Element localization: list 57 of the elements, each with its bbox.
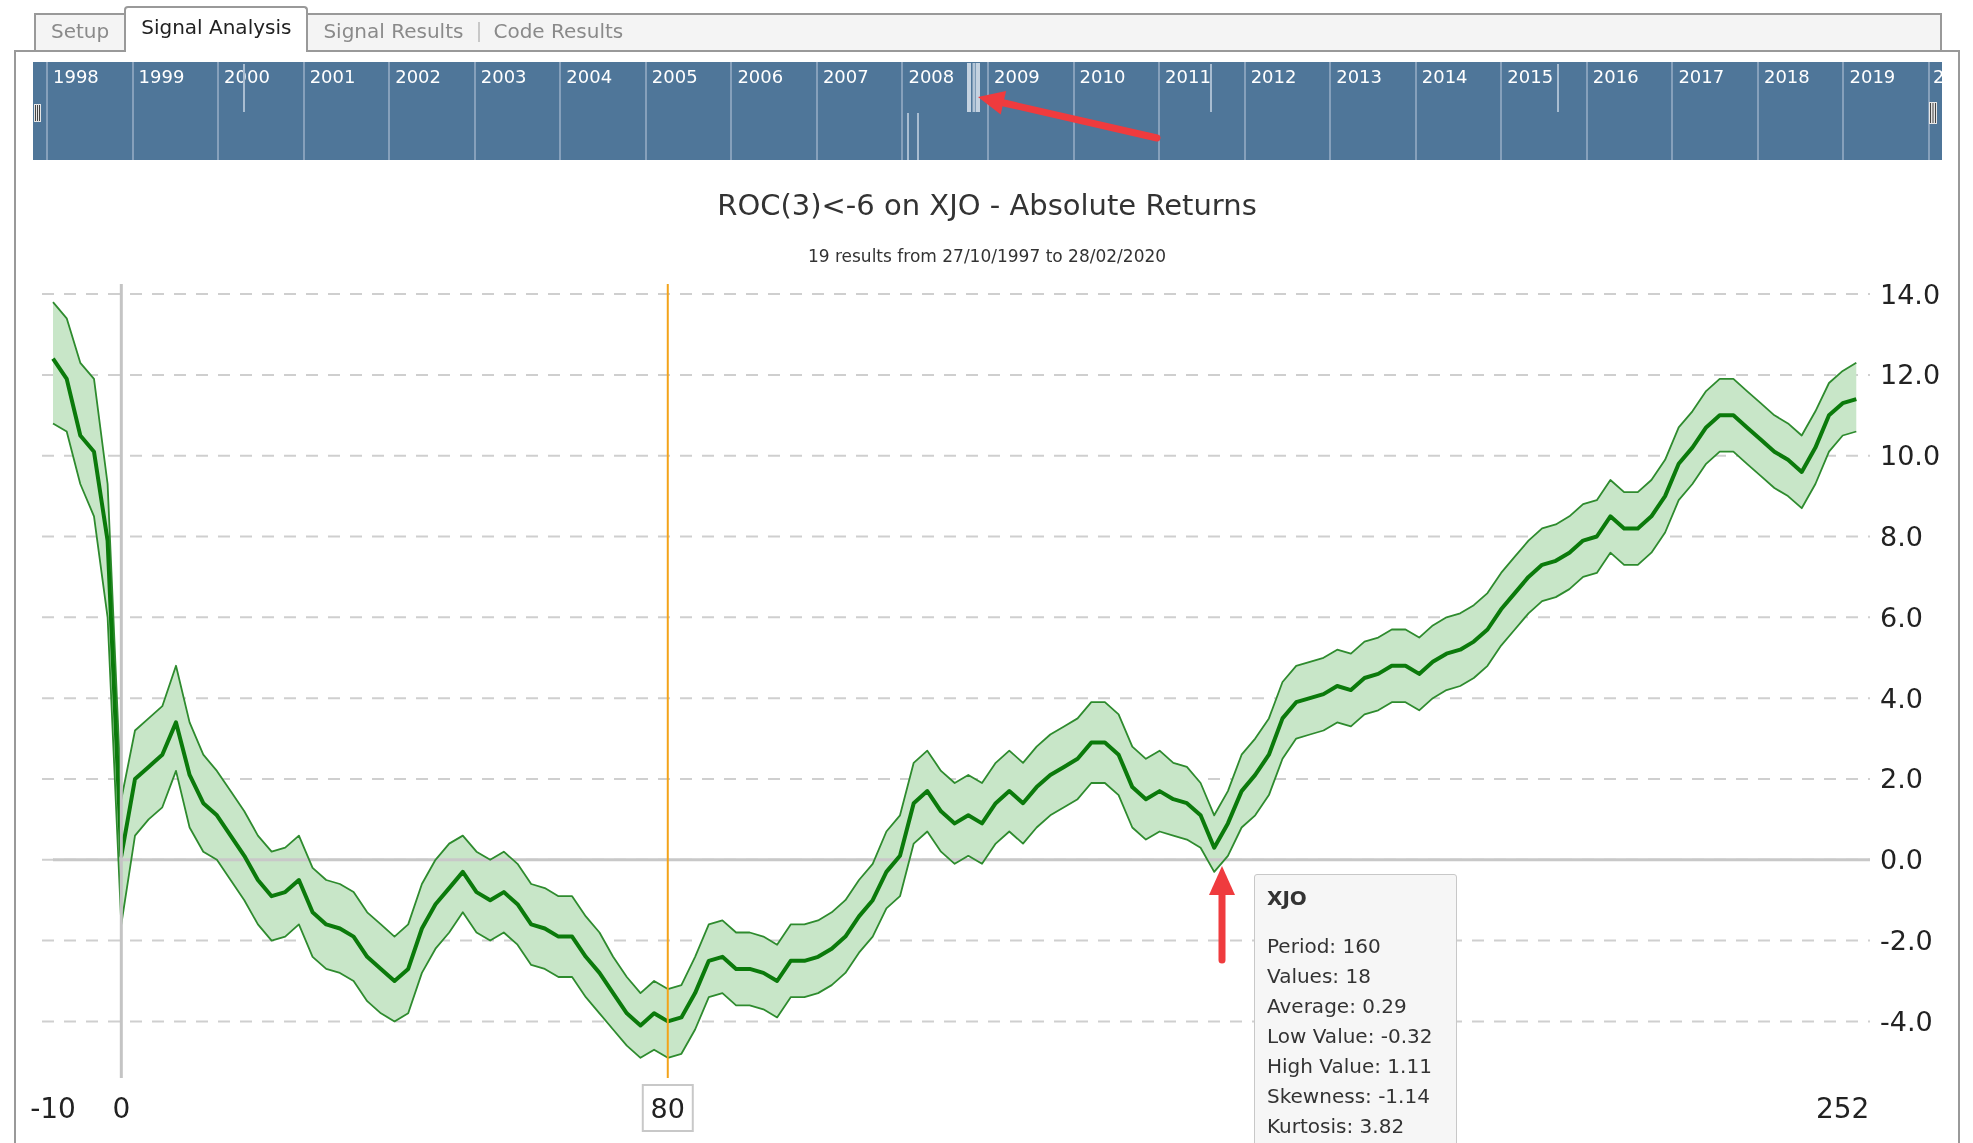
- year-label: 2014: [1421, 66, 1468, 87]
- year-label: 2013: [1336, 66, 1382, 87]
- tooltip-title: XJO: [1267, 885, 1307, 911]
- year-label: 2015: [1507, 66, 1554, 87]
- year-label: 2001: [309, 66, 356, 87]
- y-axis-label: 12.0: [1880, 359, 1941, 391]
- signal-marker: [907, 112, 909, 160]
- y-axis-label: 0.0: [1880, 844, 1923, 876]
- year-label: 2016: [1592, 66, 1639, 87]
- y-axis-label: -2.0: [1880, 925, 1933, 957]
- tooltip-line: Period: 160: [1267, 933, 1381, 960]
- y-axis-label: 2.0: [1880, 763, 1923, 795]
- year-label: 1999: [138, 66, 185, 87]
- grip-handle-icon[interactable]: [34, 104, 41, 122]
- chart-subtitle: 19 results from 27/10/1997 to 28/02/2020: [807, 245, 1167, 268]
- signal-marker: [243, 63, 245, 113]
- y-axis-label: 10.0: [1880, 440, 1941, 472]
- year-label: 2002: [395, 66, 441, 87]
- year-label: 2011: [1165, 66, 1211, 87]
- x-axis-label: -10: [30, 1091, 76, 1125]
- year-label: 2005: [651, 66, 698, 87]
- y-axis-label: -4.0: [1880, 1005, 1933, 1037]
- year-label: 2010: [1079, 66, 1126, 87]
- year-label: 2008: [908, 66, 955, 87]
- y-axis-label: 8.0: [1880, 521, 1923, 553]
- year-label: 2: [1933, 66, 1945, 87]
- year-label: 2019: [1849, 66, 1896, 87]
- y-axis-label: 4.0: [1880, 682, 1923, 714]
- signal-marker: [1210, 63, 1212, 113]
- year-label: 2017: [1678, 66, 1725, 87]
- year-label: 1998: [53, 66, 99, 87]
- cursor-x-label: 80: [641, 1084, 694, 1132]
- year-label: 2006: [737, 66, 784, 87]
- y-axis-label: 14.0: [1880, 278, 1941, 310]
- tab[interactable]: Signal Results: [308, 15, 479, 50]
- year-label: 2007: [822, 66, 869, 87]
- signal-marker: [917, 112, 919, 160]
- grip-handle-icon[interactable]: [1929, 102, 1937, 124]
- ref-line-label: 80: [650, 1092, 685, 1124]
- year-label: 2004: [566, 66, 613, 87]
- y-axis-label: 6.0: [1880, 601, 1923, 633]
- tooltip-line: Values: 18: [1267, 963, 1371, 990]
- tooltip-line: High Value: 1.11: [1267, 1053, 1432, 1080]
- year-label: 2003: [480, 66, 527, 87]
- x-axis-label: 0: [112, 1091, 131, 1125]
- tab[interactable]: Setup: [36, 15, 125, 50]
- tooltip-line: Skewness: -1.14: [1267, 1083, 1430, 1110]
- tooltip-line: Low Value: -0.32: [1267, 1023, 1433, 1050]
- tooltip-line: Kurtosis: 3.82: [1267, 1113, 1405, 1140]
- chart-title: ROC(3)<-6 on XJO - Absolute Returns: [717, 188, 1257, 222]
- x-axis-label: 252: [1815, 1091, 1870, 1125]
- year-label: 2018: [1763, 66, 1810, 87]
- tab[interactable]: Signal Analysis: [124, 6, 309, 52]
- year-label: 2009: [994, 66, 1040, 87]
- year-label: 2012: [1250, 66, 1297, 87]
- signal-marker: [1557, 63, 1559, 113]
- tooltip-line: Average: 0.29: [1267, 993, 1407, 1020]
